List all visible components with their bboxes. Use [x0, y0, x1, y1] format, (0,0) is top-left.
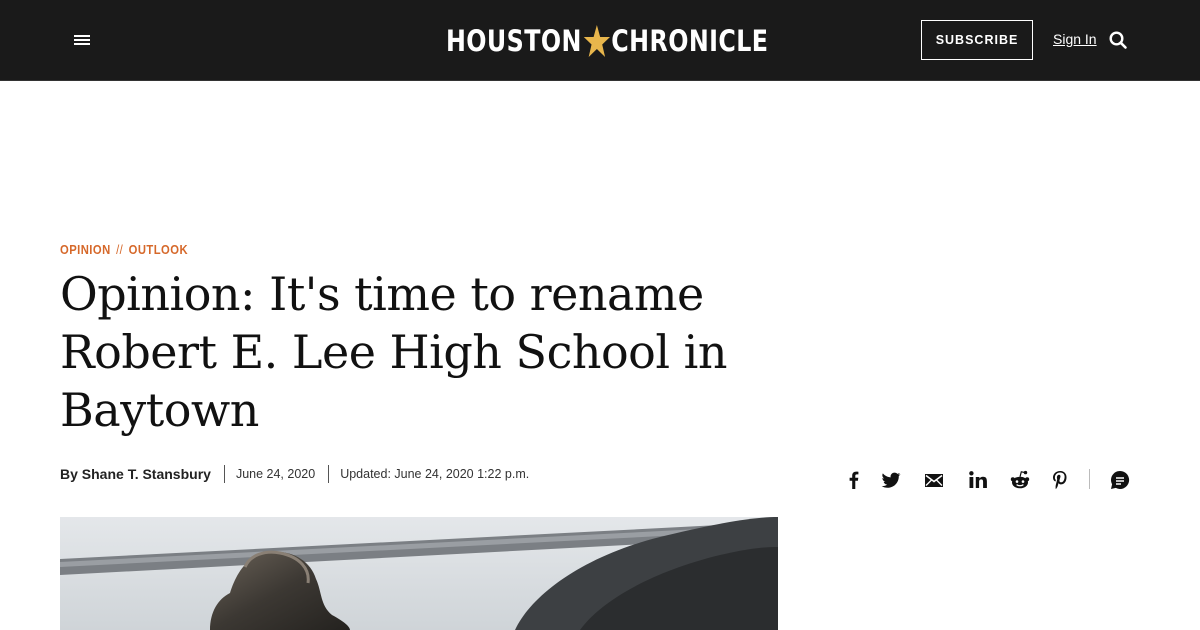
- author-byline[interactable]: By Shane T. Stansbury: [60, 466, 211, 482]
- logo-chronicle: CHRONICLE: [611, 24, 769, 58]
- byline-divider: [328, 465, 330, 483]
- comments-icon[interactable]: [1109, 468, 1131, 492]
- twitter-icon[interactable]: [880, 468, 902, 492]
- search-icon[interactable]: [1108, 30, 1128, 50]
- article-headline: Opinion: It's time to rename Robert E. L…: [60, 267, 728, 437]
- site-header: HOUSTON CHRONICLE SUBSCRIBE Sign In: [0, 0, 1200, 81]
- email-icon[interactable]: [923, 468, 945, 492]
- article-lead-photo: [60, 517, 778, 630]
- sign-in-link[interactable]: Sign In: [1053, 31, 1097, 47]
- subscribe-button[interactable]: SUBSCRIBE: [921, 20, 1033, 60]
- star-icon: [583, 25, 610, 57]
- updated-date: Updated: June 24, 2020 1:22 p.m.: [340, 467, 530, 481]
- byline-divider: [223, 465, 225, 483]
- linkedin-icon[interactable]: [967, 468, 989, 492]
- kicker-separator: //: [116, 243, 124, 257]
- kicker-opinion-link[interactable]: OPINION: [60, 243, 111, 257]
- site-logo[interactable]: HOUSTON CHRONICLE: [446, 24, 768, 58]
- reddit-icon[interactable]: [1009, 468, 1031, 492]
- section-kicker: OPINION // OUTLOOK: [60, 243, 188, 257]
- menu-icon[interactable]: [70, 28, 94, 52]
- pinterest-icon[interactable]: [1049, 468, 1071, 492]
- kicker-outlook-link[interactable]: OUTLOOK: [129, 243, 188, 257]
- publish-date: June 24, 2020: [235, 467, 316, 481]
- logo-houston: HOUSTON: [446, 24, 582, 58]
- byline-row: By Shane T. Stansbury June 24, 2020 Upda…: [60, 463, 529, 485]
- share-divider: [1089, 469, 1090, 489]
- facebook-icon[interactable]: [843, 468, 865, 492]
- statue-photo-image: [60, 517, 778, 630]
